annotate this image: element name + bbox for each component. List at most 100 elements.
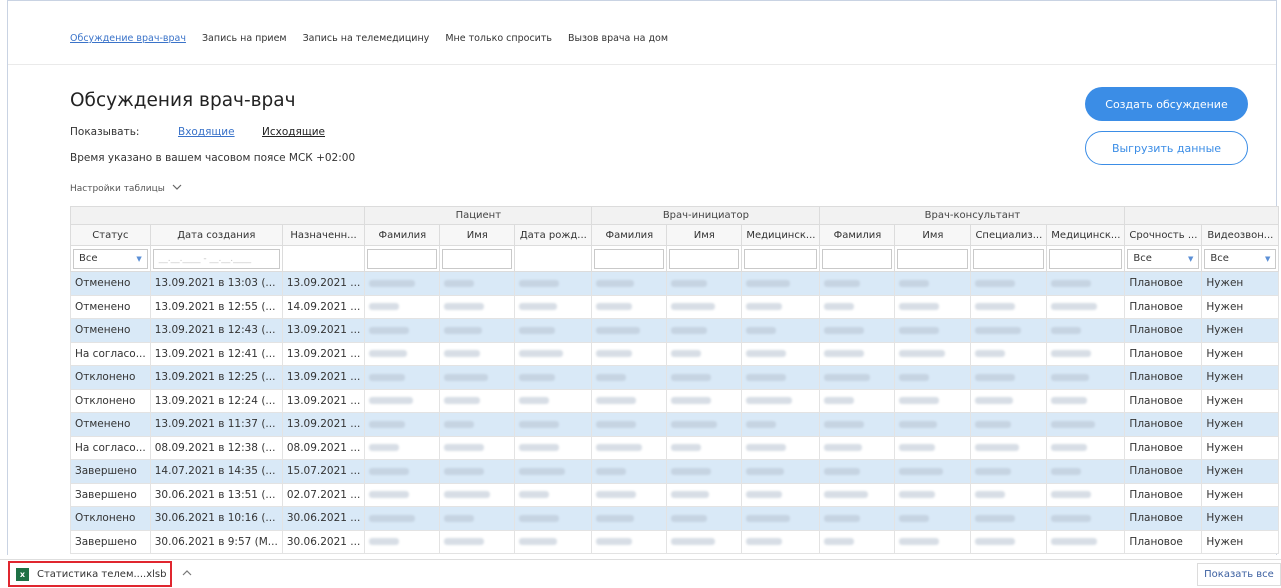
video-cell: Нужен [1201, 365, 1280, 390]
redacted-cell [591, 529, 668, 554]
created-cell: 30.06.2021 в 13:51 (... [149, 482, 283, 507]
table-row[interactable]: Отклонено 30.06.2021 в 10:16 (... 30.06.20… [70, 506, 1280, 531]
redacted-value [596, 538, 633, 546]
show-all-downloads-button[interactable]: Показать все [1197, 563, 1281, 586]
redacted-cell [364, 482, 441, 507]
column-header[interactable]: Дата рожд... [514, 224, 593, 246]
table-row[interactable]: Отменено 13.09.2021 в 11:37 (... 13.09.202… [70, 412, 1280, 437]
consultant-specialty-filter[interactable] [973, 248, 1045, 269]
video-cell: Нужен [1201, 318, 1280, 343]
create-discussion-button[interactable]: Создать обсуждение [1085, 87, 1248, 121]
nav-tab-3[interactable]: Мне только спросить [445, 33, 552, 44]
consultant-name-filter[interactable] [897, 248, 969, 269]
divider [8, 64, 1276, 65]
redacted-value [444, 444, 485, 452]
redacted-value [746, 491, 783, 499]
download-item[interactable]: x Статистика телем....xlsb [8, 561, 172, 587]
redacted-cell [741, 271, 821, 296]
redacted-value [596, 397, 637, 405]
column-header[interactable]: Медицинск... [1046, 224, 1126, 246]
column-header[interactable]: Фамилия [819, 224, 896, 246]
redacted-value [519, 350, 564, 358]
nav-tab-2[interactable]: Запись на телемедицину [303, 33, 430, 44]
table-row[interactable]: Завершено 14.07.2021 в 14:35 (... 15.07.20… [70, 459, 1280, 484]
redacted-value [975, 514, 1016, 522]
redacted-value [975, 444, 1020, 452]
video-cell: Нужен [1201, 506, 1280, 531]
initiator-surname-filter[interactable] [594, 248, 665, 269]
table-row[interactable]: Отменено 13.09.2021 в 12:43 (... 13.09.202… [70, 318, 1280, 343]
created-cell: 13.09.2021 в 12:43 (... [149, 318, 283, 343]
redacted-cell [666, 341, 743, 366]
initiator-name-filter[interactable] [669, 248, 740, 269]
video-filter-select[interactable]: Все ▼ [1204, 248, 1277, 269]
redacted-value [1051, 326, 1082, 334]
redacted-value [975, 350, 1006, 358]
assigned-cell: 02.07.2021 ... [281, 482, 366, 507]
redacted-value [824, 303, 855, 311]
consultant-surname-filter[interactable] [822, 248, 893, 269]
table-settings-toggle[interactable]: Настройки таблицы [70, 184, 182, 194]
consultant-org-filter[interactable] [1049, 248, 1123, 269]
redacted-cell [819, 435, 896, 460]
redacted-value [975, 279, 1016, 287]
nav-tab-4[interactable]: Вызов врача на дом [568, 33, 668, 44]
table-row[interactable]: На согласо... 08.09.2021 в 12:38 (... 08.0… [70, 435, 1280, 460]
column-header[interactable]: Срочность ... [1124, 224, 1203, 246]
incoming-link[interactable]: Входящие [178, 126, 235, 138]
redacted-value [444, 420, 475, 428]
column-header[interactable]: Статус [70, 224, 151, 246]
redacted-value [824, 444, 863, 452]
column-header[interactable]: Специализ... [970, 224, 1048, 246]
outgoing-link[interactable]: Исходящие [262, 126, 325, 138]
status-filter-select[interactable]: Все ▼ [73, 248, 148, 269]
column-header[interactable]: Медицинск... [741, 224, 821, 246]
redacted-value [671, 420, 718, 428]
status-cell: Отклонено [70, 506, 151, 531]
table-row[interactable]: Отменено 13.09.2021 в 13:03 (... 13.09.202… [70, 271, 1280, 296]
redacted-value [671, 373, 712, 381]
column-header[interactable]: Назначенн... [281, 224, 366, 246]
redacted-cell [439, 412, 516, 437]
redacted-cell [364, 271, 441, 296]
nav-tab-1[interactable]: Запись на прием [202, 33, 287, 44]
column-header[interactable]: Фамилия [591, 224, 668, 246]
redacted-cell [970, 271, 1048, 296]
redacted-cell [970, 412, 1048, 437]
table-row[interactable]: Отменено 13.09.2021 в 12:55 (... 14.09.202… [70, 294, 1280, 319]
urgency-filter-select[interactable]: Все ▼ [1127, 248, 1200, 269]
table-row[interactable]: На согласо... 13.09.2021 в 12:41 (... 13.0… [70, 341, 1280, 366]
redacted-value [444, 491, 491, 499]
redacted-value [824, 491, 869, 499]
column-header[interactable]: Имя [439, 224, 516, 246]
redacted-value [899, 514, 930, 522]
group-consultant: Врач-консультант [819, 206, 1126, 225]
redacted-cell [666, 271, 743, 296]
table-row[interactable]: Завершено 30.06.2021 в 9:57 (М... 30.06.20… [70, 529, 1280, 554]
redacted-value [369, 279, 416, 287]
redacted-value [444, 326, 483, 334]
column-header[interactable]: Имя [666, 224, 743, 246]
table-row[interactable]: Завершено 30.06.2021 в 13:51 (... 02.07.20… [70, 482, 1280, 507]
table-row[interactable]: Отклонено 13.09.2021 в 12:25 (... 13.09.20… [70, 365, 1280, 390]
column-header[interactable]: Имя [894, 224, 972, 246]
redacted-value [824, 467, 861, 475]
redacted-value [444, 350, 481, 358]
column-header[interactable]: Видеозвон... [1201, 224, 1280, 246]
nav-tab-0[interactable]: Обсуждение врач-врач [70, 33, 186, 44]
redacted-cell [970, 529, 1048, 554]
column-header[interactable]: Фамилия [364, 224, 441, 246]
patient-surname-filter[interactable] [367, 248, 438, 269]
created-date-filter[interactable]: __.__.____ - __.__.____ [152, 248, 280, 269]
column-header[interactable]: Дата создания [149, 224, 283, 246]
created-cell: 30.06.2021 в 10:16 (... [149, 506, 283, 531]
initiator-org-filter[interactable] [744, 248, 818, 269]
status-cell: Завершено [70, 482, 151, 507]
timezone-note: Время указано в вашем часовом поясе МСК … [70, 152, 356, 164]
patient-name-filter[interactable] [442, 248, 513, 269]
export-data-button[interactable]: Выгрузить данные [1085, 131, 1248, 165]
video-cell: Нужен [1201, 482, 1280, 507]
table-row[interactable]: Отклонено 13.09.2021 в 12:24 (... 13.09.20… [70, 388, 1280, 413]
redacted-value [746, 514, 791, 522]
chevron-up-icon[interactable] [182, 566, 192, 579]
